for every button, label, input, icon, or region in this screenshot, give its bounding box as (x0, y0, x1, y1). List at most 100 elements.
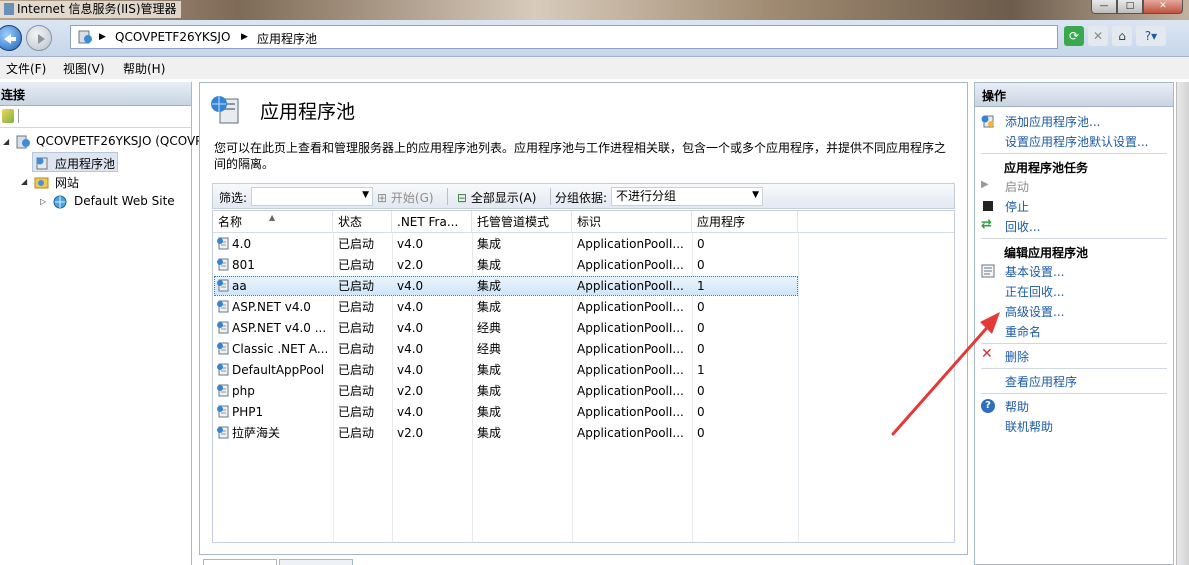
breadcrumb-server[interactable]: QCOVPETF26YKSJO (115, 30, 230, 44)
menu-view[interactable]: 视图(V) (63, 60, 105, 77)
forward-button[interactable] (26, 25, 52, 51)
actions-pane: 操作 添加应用程序池... 设置应用程序池默认设置... 应用程序池任务 ▶ 启… (974, 82, 1174, 565)
menu-help[interactable]: 帮助(H) (123, 60, 165, 77)
column-header-name[interactable]: ▲ 名称 (213, 211, 333, 233)
pool-name: PHP1 (232, 405, 264, 419)
tree-node-label: Default Web Site (74, 194, 175, 208)
column-header-pipeline[interactable]: 托管管道模式 (472, 211, 572, 233)
vertical-scrollbar[interactable] (1176, 82, 1189, 565)
connect-icon[interactable] (2, 109, 14, 123)
connections-toolbar (0, 106, 191, 128)
minimize-button[interactable]: — (1091, 0, 1117, 14)
add-app-pool-label: 添加应用程序池... (1005, 115, 1101, 129)
section-divider (981, 393, 1167, 394)
table-cell-identity: ApplicationPoolI... (577, 237, 684, 251)
chevron-right-icon: ▶ (241, 32, 248, 42)
content-view-tab[interactable] (279, 559, 353, 565)
table-cell-name: Classic .NET A... (213, 339, 333, 360)
online-help-label: 联机帮助 (1005, 420, 1054, 434)
table-cell-net: v4.0 (397, 300, 424, 314)
table-cell-mode: 经典 (477, 342, 502, 356)
table-row[interactable]: ASP.NET v4.0 ... 已启动 v4.0 经典 ApplicationPool… (213, 318, 954, 339)
tree-node-app-pools[interactable]: 应用程序池 (32, 152, 118, 172)
sort-ascending-icon: ▲ (269, 213, 276, 222)
page-description: 您可以在此页上查看和管理服务器上的应用程序池列表。应用程序池与工作进程相关联，包… (214, 141, 947, 171)
show-all-label: 全部显示(A) (470, 191, 537, 205)
show-all-button[interactable]: ⊟ 全部显示(A) (457, 189, 536, 206)
chevron-down-icon: ▼ (752, 190, 759, 200)
tree-node-server[interactable]: ◢ QCOVPETF26YKSJO (QCOVPETF26YKSJO\Admin… (0, 132, 366, 152)
menu-file[interactable]: 文件(F) (6, 60, 46, 77)
pool-name: 4.0 (232, 237, 252, 251)
column-header-net[interactable]: .NET Fra... (392, 211, 472, 233)
table-row[interactable]: DefaultAppPool 已启动 v4.0 集成 ApplicationPoolI.… (213, 360, 954, 381)
home-icon[interactable]: ⌂ (1112, 26, 1132, 46)
pool-name: aa (232, 279, 247, 293)
table-cell-name: ASP.NET v4.0 (213, 297, 333, 318)
table-cell-net: v4.0 (397, 321, 424, 335)
table-cell-name: DefaultAppPool (213, 360, 333, 381)
column-header-status[interactable]: 状态 (333, 211, 392, 233)
table-cell-net: v2.0 (397, 426, 424, 440)
menu-bar: 文件(F) 视图(V) 帮助(H) (0, 57, 1189, 79)
table-cell-name: ASP.NET v4.0 ... (213, 318, 333, 339)
close-button[interactable]: ✕ (1143, 0, 1183, 14)
collapse-icon[interactable]: ◢ (3, 137, 9, 146)
tree-node-label: 应用程序池 (55, 157, 116, 171)
app-pool-icon (217, 279, 229, 292)
group-by-select[interactable]: 不进行分组 ▼ (611, 187, 763, 206)
features-view-tab[interactable] (203, 559, 277, 565)
table-row[interactable]: Classic .NET A... 已启动 v4.0 经典 ApplicationPoo… (213, 339, 954, 360)
pool-name: DefaultAppPool (232, 363, 325, 377)
window-title-text: Internet 信息服务(IIS)管理器 (17, 2, 177, 16)
folder-globe-icon (34, 177, 49, 189)
expand-icon[interactable]: ▷ (40, 197, 46, 206)
table-cell-name: php (213, 381, 333, 402)
column-header-identity[interactable]: 标识 (572, 211, 692, 233)
table-row[interactable]: php 已启动 v2.0 集成 ApplicationPoolI... 0 (213, 381, 954, 402)
table-row[interactable]: 拉萨海关 已启动 v2.0 集成 ApplicationPoolI... 0 (213, 423, 954, 444)
filter-input[interactable]: ▼ (251, 187, 373, 206)
help-dropdown-icon[interactable]: ?▾ (1136, 26, 1166, 46)
stop-icon[interactable]: ✕ (1088, 26, 1108, 46)
app-pool-icon (217, 342, 229, 355)
table-cell-identity: ApplicationPoolI... (577, 321, 684, 335)
table-cell-name: 4.0 (213, 234, 333, 255)
start-filter-button[interactable]: ⊞ 开始(G) (377, 189, 434, 206)
back-button[interactable] (0, 25, 22, 51)
group-by-value: 不进行分组 (616, 189, 677, 203)
window-controls: — □ ✕ (1091, 0, 1183, 14)
section-divider (981, 153, 1167, 154)
app-pool-large-icon (211, 96, 239, 124)
refresh-icon[interactable]: ⟳ (1064, 26, 1084, 46)
table-row[interactable]: PHP1 已启动 v4.0 集成 ApplicationPoolI... 0 (213, 402, 954, 423)
start-filter-label: 开始(G) (390, 191, 434, 205)
tree-node-default-web-site[interactable]: ▷ Default Web Site (0, 192, 192, 212)
table-row[interactable]: 801 已启动 v2.0 集成 ApplicationPoolI... 0 (213, 255, 954, 276)
table-cell-mode: 集成 (477, 237, 502, 251)
table-row[interactable]: 4.0 已启动 v4.0 集成 ApplicationPoolI... 0 (213, 234, 954, 255)
table-row[interactable]: ASP.NET v4.0 已启动 v4.0 集成 ApplicationPoolI...… (213, 297, 954, 318)
window-title: Internet 信息服务(IIS)管理器 (0, 1, 181, 18)
app-pool-icon (217, 300, 229, 313)
maximize-button[interactable]: □ (1117, 0, 1143, 14)
breadcrumb[interactable]: ▶ QCOVPETF26YKSJO ▶ 应用程序池 (70, 25, 1058, 49)
app-pools-panel: 应用程序池 您可以在此页上查看和管理服务器上的应用程序池列表。应用程序池与工作进… (199, 82, 968, 555)
table-cell-mode: 集成 (477, 405, 502, 419)
table-cell-net: v2.0 (397, 384, 424, 398)
collapse-icon[interactable]: ◢ (21, 177, 27, 186)
play-icon: ▶ (981, 179, 989, 190)
table-cell-status: 已启动 (338, 279, 375, 293)
stop-icon (983, 201, 993, 211)
tree-node-sites[interactable]: ◢ 网站 (0, 172, 192, 192)
view-tabs (199, 557, 968, 565)
table-cell-mode: 集成 (477, 279, 502, 293)
breadcrumb-page[interactable]: 应用程序池 (257, 30, 317, 47)
chevron-right-icon: ▶ (99, 32, 106, 42)
help-label: 帮助 (1005, 400, 1030, 414)
table-cell-apps: 0 (697, 384, 705, 398)
table-cell-name: 801 (213, 255, 333, 276)
table-cell-status: 已启动 (338, 342, 375, 356)
column-header-apps[interactable]: 应用程序 (692, 211, 798, 233)
table-row[interactable]: aa 已启动 v4.0 集成 ApplicationPoolI... 1 (213, 276, 954, 297)
